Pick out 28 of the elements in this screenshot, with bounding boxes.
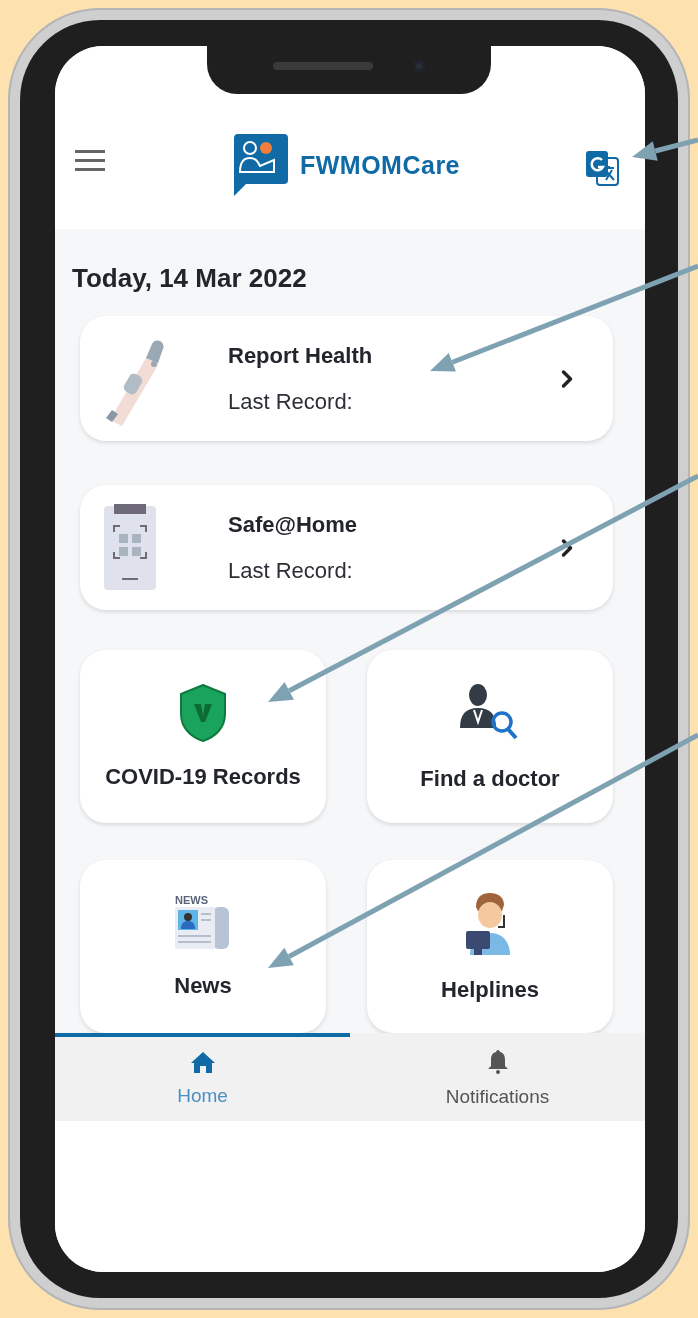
last-record-label: Last Record:: [228, 388, 354, 415]
record-card[interactable]: Safe@Home Last Record:: [80, 485, 613, 610]
tile-label: Find a doctor: [420, 765, 560, 792]
tile-label: Helplines: [441, 976, 539, 1003]
card-title: Report Health: [228, 342, 374, 369]
menu-tile[interactable]: COVID-19 Records: [80, 650, 326, 823]
menu-tile[interactable]: Find a doctor: [367, 650, 613, 823]
bell-icon: [487, 1050, 508, 1074]
menu-tile[interactable]: NEWS News: [80, 860, 326, 1033]
nav-tab[interactable]: Notifications: [350, 1033, 645, 1121]
app-title: FWMOMCare: [299, 150, 461, 180]
menu-tile[interactable]: Helplines: [367, 860, 613, 1033]
tile-label: COVID-19 Records: [105, 763, 301, 790]
card-title: Safe@Home: [228, 511, 359, 538]
date-heading: Today, 14 Mar 2022: [72, 263, 308, 294]
newspaper-heading: NEWS: [175, 894, 208, 906]
nav-label: Home: [177, 1085, 228, 1107]
newspaper-icon: [175, 906, 231, 951]
shield-icon: [180, 683, 226, 742]
menu-icon[interactable]: [75, 150, 105, 172]
scanner-device-icon: [102, 503, 158, 592]
leader-arrow: [632, 137, 698, 161]
tile-label: News: [174, 972, 232, 999]
last-record-label: Last Record:: [228, 557, 354, 584]
record-card[interactable]: Report Health Last Record:: [80, 316, 613, 441]
home-icon: [190, 1051, 215, 1073]
nav-label: Notifications: [445, 1086, 550, 1108]
translate-icon[interactable]: [585, 150, 619, 186]
